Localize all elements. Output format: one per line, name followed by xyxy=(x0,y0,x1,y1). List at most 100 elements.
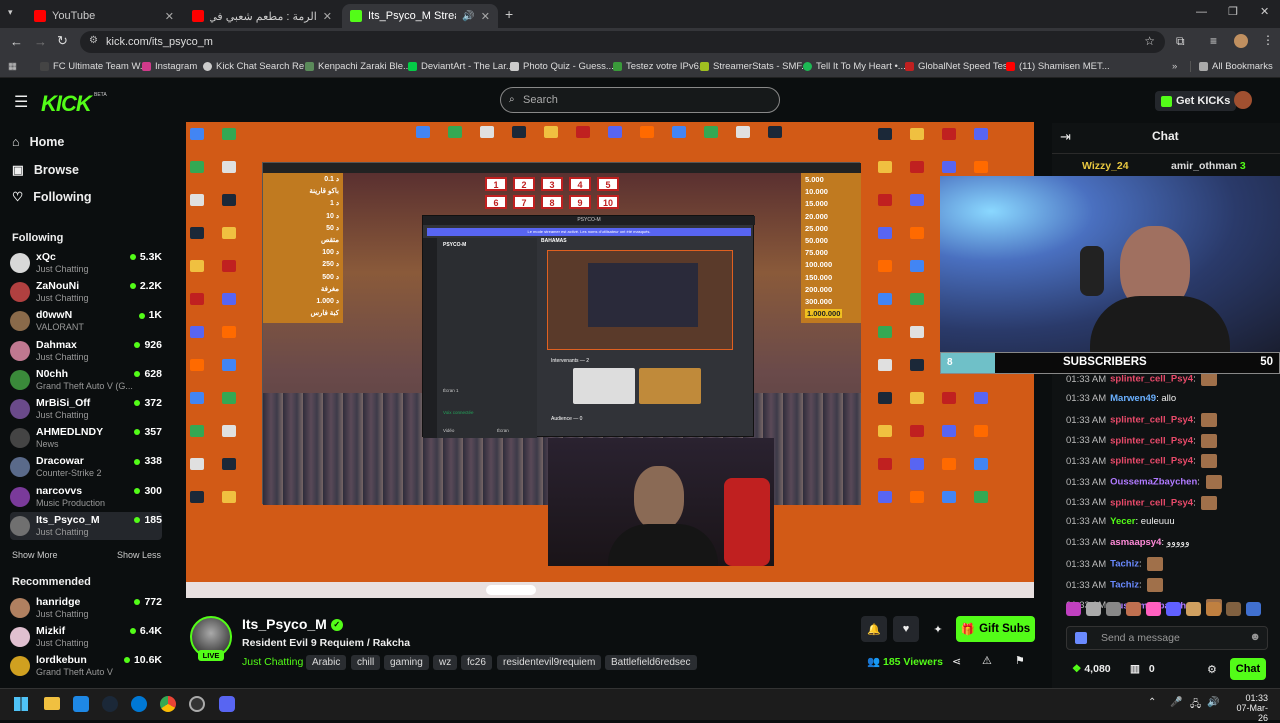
recommended-channel[interactable]: Mizkif Just Chatting 6.4K xyxy=(10,623,162,651)
chat-message[interactable]: 01:33 AM Tachiz: xyxy=(1066,578,1164,592)
streamer-name[interactable]: Its_Psyco_M ✓ xyxy=(242,616,343,632)
chat-message[interactable]: 01:33 AMOussemaZbaychen: xyxy=(1066,475,1222,489)
steam-icon[interactable] xyxy=(102,696,118,712)
nav-browse[interactable]: ▣ Browse xyxy=(12,162,79,178)
notification-bell-button[interactable]: 🔔 xyxy=(861,616,887,642)
more-icon[interactable]: ⚑ xyxy=(1015,654,1025,667)
extensions-icon[interactable]: ⧉ xyxy=(1176,34,1185,49)
obs-icon[interactable] xyxy=(189,696,205,712)
message-username[interactable]: asmaapsy4 xyxy=(1110,537,1161,548)
media-icon[interactable]: ≡ xyxy=(1210,34,1217,48)
followed-channel[interactable]: Dahmax Just Chatting 926 xyxy=(10,337,162,365)
maximize-icon[interactable]: ❐ xyxy=(1228,5,1238,18)
bookmark-item[interactable]: Testez votre IPv6. xyxy=(613,61,702,72)
message-username[interactable]: Yecer xyxy=(1110,516,1135,527)
chat-message[interactable]: 01:33 AM splinter_cell_Psy4: xyxy=(1066,433,1218,448)
channel-points[interactable]: ❖ 4,080 xyxy=(1072,663,1111,675)
followed-channel[interactable]: narcovvs Music Production 300 xyxy=(10,483,162,511)
bookmark-item[interactable]: DeviantArt - The Lar... xyxy=(408,61,514,72)
followed-channel[interactable]: AHMEDLNDY News 357 xyxy=(10,424,162,452)
outlook-icon[interactable] xyxy=(73,696,89,712)
recommended-channel[interactable]: hanridge Just Chatting 772 xyxy=(10,594,162,622)
close-icon[interactable]: ✕ xyxy=(323,10,332,23)
emoji-icon[interactable]: ☻ xyxy=(1249,631,1261,643)
bookmark-item[interactable]: Tell It To My Heart •... xyxy=(803,61,906,72)
file-explorer-icon[interactable] xyxy=(44,697,60,710)
chat-message[interactable]: 01:33 AM splinter_cell_Psy4: xyxy=(1066,495,1218,510)
url-input[interactable]: ⚙ kick.com/its_psyco_m ☆ xyxy=(80,31,1165,53)
emote-icon[interactable] xyxy=(1066,602,1081,616)
hamburger-menu-icon[interactable]: ☰ xyxy=(14,92,28,112)
tag[interactable]: Arabic xyxy=(306,655,347,670)
message-username[interactable]: splinter_cell_Psy4 xyxy=(1110,374,1193,385)
chat-settings-icon[interactable]: ⚙ xyxy=(1207,663,1217,676)
message-username[interactable]: splinter_cell_Psy4 xyxy=(1110,497,1193,508)
send-message-input[interactable]: Send a message ☻ xyxy=(1066,626,1268,650)
message-username[interactable]: OussemaZbaychen xyxy=(1110,477,1197,488)
chat-message[interactable]: 01:33 AM Tachiz: xyxy=(1066,557,1164,572)
chat-message[interactable]: 01:33 AM splinter_cell_Psy4: xyxy=(1066,413,1218,428)
nav-following[interactable]: ♡ Following xyxy=(12,189,92,205)
bookmark-item[interactable]: Photo Quiz - Guess... xyxy=(510,61,614,72)
bookmark-item[interactable]: StreamerStats - SMF... xyxy=(700,61,809,72)
tag[interactable]: Battlefield6redsec xyxy=(605,655,697,670)
kick-logo[interactable]: KICK xyxy=(41,91,92,117)
emote-icon[interactable] xyxy=(1146,602,1161,616)
followed-channel[interactable]: N0chh Grand Theft Auto V (G... 628 xyxy=(10,366,162,394)
speaker-icon[interactable]: 🔊 xyxy=(462,11,474,22)
followed-channel[interactable]: MrBiSi_Off Just Chatting 372 xyxy=(10,395,162,423)
chat-message[interactable]: 01:33 AM Yecer: euleuuu xyxy=(1066,516,1175,527)
tickets[interactable]: ▥ 0 xyxy=(1130,663,1155,675)
message-username[interactable]: Tachiz xyxy=(1110,580,1139,591)
nav-home[interactable]: ⌂ Home xyxy=(12,135,64,149)
menu-icon[interactable]: ⋮ xyxy=(1262,33,1274,47)
tray-chevron-icon[interactable]: ⌃ xyxy=(1148,697,1156,708)
stream-category[interactable]: Just Chatting xyxy=(242,656,303,668)
collapse-chat-icon[interactable]: ⇥ xyxy=(1060,129,1071,145)
chat-message[interactable]: 01:33 AM asmaapsy4: ووووو xyxy=(1066,537,1190,548)
back-icon[interactable]: ← xyxy=(10,34,23,49)
windows-start-icon[interactable] xyxy=(14,697,28,711)
emote-icon[interactable] xyxy=(1126,602,1141,616)
bookmark-item[interactable]: Instagram xyxy=(142,61,197,72)
user-avatar[interactable] xyxy=(1234,91,1252,109)
tag[interactable]: wz xyxy=(433,655,458,670)
chevron-right-icon[interactable]: » xyxy=(1172,61,1177,72)
emote-icon[interactable] xyxy=(1106,602,1121,616)
emote-icon[interactable] xyxy=(1186,602,1201,616)
emote-icon[interactable] xyxy=(1166,602,1181,616)
followed-channel[interactable]: Dracowar Counter-Strike 2 338 xyxy=(10,453,162,481)
app-icon[interactable] xyxy=(131,696,147,712)
chat-message[interactable]: 01:33 AM Marwen49: allo xyxy=(1066,393,1176,404)
tag[interactable]: fc26 xyxy=(461,655,492,670)
minimize-icon[interactable]: — xyxy=(1196,6,1207,18)
discord-icon[interactable] xyxy=(219,696,235,712)
chat-message[interactable]: 01:33 AM splinter_cell_Psy4: xyxy=(1066,372,1218,386)
bookmark-item[interactable]: (11) Shamisen MET... xyxy=(1006,61,1110,72)
pinned-user2[interactable]: amir_othman 3 xyxy=(1171,160,1246,172)
followed-channel[interactable]: d0wwN VALORANT 1K xyxy=(10,307,162,335)
message-username[interactable]: Marwen49 xyxy=(1110,393,1156,404)
followed-channel[interactable]: xQc Just Chatting 5.3K xyxy=(10,249,162,277)
tab-video[interactable]: الرمة : مطعم شعبي في طريق ✕ xyxy=(184,4,340,28)
message-username[interactable]: splinter_cell_Psy4 xyxy=(1110,415,1193,426)
chrome-icon[interactable] xyxy=(160,696,176,712)
emote-icon[interactable] xyxy=(1086,602,1101,616)
emote-icon[interactable] xyxy=(1246,602,1261,616)
report-icon[interactable]: ⚠ xyxy=(982,654,992,667)
bookmark-star-icon[interactable]: ☆ xyxy=(1144,34,1155,48)
bookmark-item[interactable]: FC Ultimate Team W... xyxy=(40,61,148,72)
volume-icon[interactable]: 🔊 xyxy=(1207,697,1219,708)
followed-channel[interactable]: ZaNouNi Just Chatting 2.2K xyxy=(10,278,162,306)
close-icon[interactable]: ✕ xyxy=(165,10,174,23)
search-input[interactable]: ⌕ Search xyxy=(500,87,780,113)
all-bookmarks[interactable]: All Bookmarks xyxy=(1190,61,1273,72)
microphone-icon[interactable]: 🎤 xyxy=(1170,697,1182,708)
site-info-icon[interactable]: ⚙ xyxy=(89,35,98,46)
chat-send-button[interactable]: Chat xyxy=(1230,658,1266,680)
followed-channel[interactable]: Its_Psyco_M Just Chatting 185 xyxy=(10,511,162,540)
network-icon[interactable]: 🖧 xyxy=(1190,697,1201,714)
message-username[interactable]: splinter_cell_Psy4 xyxy=(1110,456,1193,467)
forward-icon[interactable]: → xyxy=(34,34,47,49)
tag[interactable]: gaming xyxy=(384,655,429,670)
